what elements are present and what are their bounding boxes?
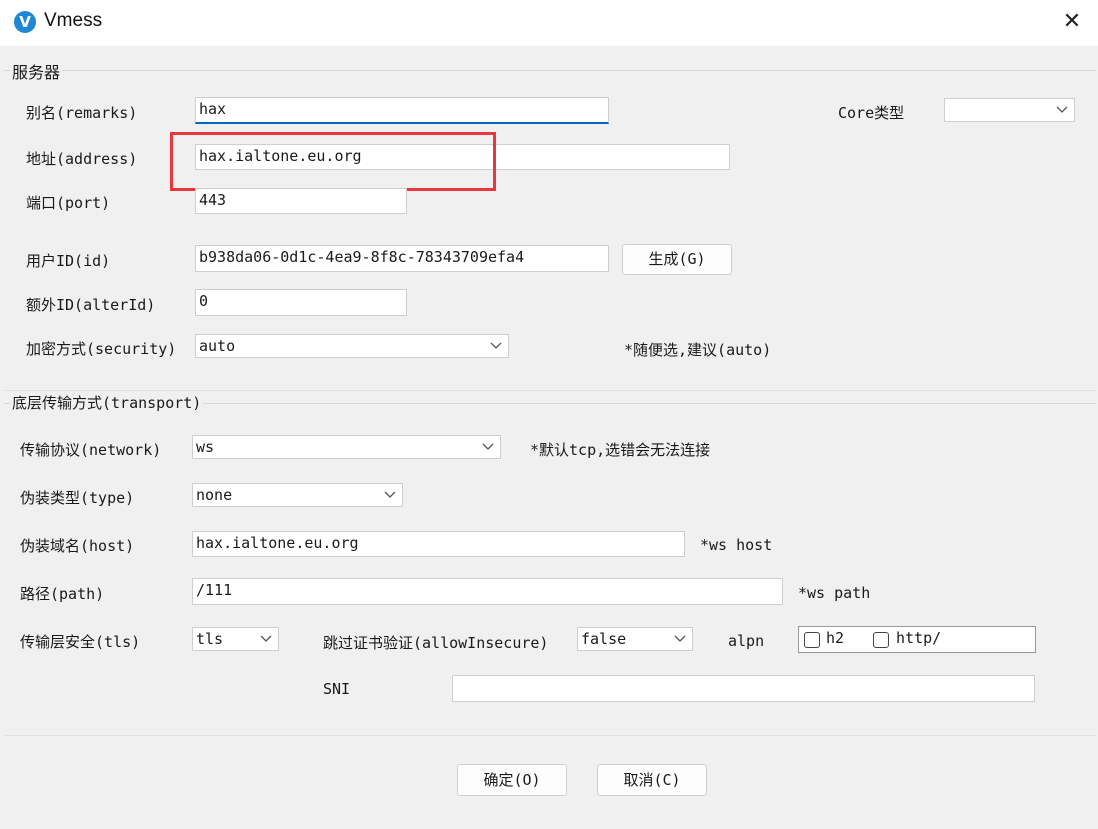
ok-button[interactable]: 确定(O) xyxy=(457,764,567,796)
allow-insecure-value: false xyxy=(581,630,627,648)
type-label: 伪装类型(type) xyxy=(20,489,135,507)
alpn-h2-label: h2 xyxy=(826,629,845,647)
remarks-input[interactable]: hax xyxy=(195,97,609,124)
title-bar xyxy=(0,0,1098,46)
group-separator xyxy=(4,390,1096,391)
user-id-input[interactable]: b938da06-0d1c-4ea9-8f8c-78343709efa4 xyxy=(195,245,609,272)
sni-input[interactable] xyxy=(452,675,1035,702)
address-label: 地址(address) xyxy=(26,150,138,168)
host-input[interactable]: hax.ialtone.eu.org xyxy=(192,531,685,557)
chevron-down-icon xyxy=(674,635,686,642)
network-value: ws xyxy=(196,438,215,456)
sni-label: SNI xyxy=(323,680,351,698)
security-select[interactable]: auto xyxy=(195,334,509,358)
port-label: 端口(port) xyxy=(26,194,111,212)
chevron-down-icon xyxy=(384,491,396,498)
path-label: 路径(path) xyxy=(20,585,105,603)
server-group-title: 服务器 xyxy=(10,59,63,83)
path-hint: *ws path xyxy=(798,584,871,602)
alpn-http-label: http/ xyxy=(896,629,942,647)
generate-button[interactable]: 生成(G) xyxy=(622,244,732,275)
chevron-down-icon xyxy=(260,635,272,642)
chevron-down-icon xyxy=(490,342,502,349)
network-hint: *默认tcp,选错会无法连接 xyxy=(530,441,711,459)
transport-group-title: 底层传输方式(transport) xyxy=(10,392,204,413)
alpn-list: h2 http/ xyxy=(798,626,1036,653)
cancel-button[interactable]: 取消(C) xyxy=(597,764,707,796)
host-hint: *ws host xyxy=(700,536,773,554)
chevron-down-icon xyxy=(1056,106,1068,113)
core-type-select[interactable] xyxy=(944,98,1075,122)
network-label: 传输协议(network) xyxy=(20,441,162,459)
core-type-label: Core类型 xyxy=(838,104,905,122)
user-id-label: 用户ID(id) xyxy=(26,252,111,270)
remarks-label: 别名(remarks) xyxy=(26,104,138,122)
tls-value: tls xyxy=(196,630,224,648)
alpn-http-checkbox[interactable] xyxy=(873,632,889,648)
alter-id-input[interactable]: 0 xyxy=(195,289,407,316)
host-label: 伪装域名(host) xyxy=(20,537,135,555)
alpn-label: alpn xyxy=(728,632,765,650)
address-highlight-box xyxy=(170,132,496,191)
tls-select[interactable]: tls xyxy=(192,627,279,651)
security-hint: *随便选,建议(auto) xyxy=(624,341,772,359)
alpn-h2-checkbox[interactable] xyxy=(804,632,820,648)
security-label: 加密方式(security) xyxy=(26,340,177,358)
type-value: none xyxy=(196,486,233,504)
chevron-down-icon xyxy=(482,443,494,450)
security-value: auto xyxy=(199,337,236,355)
allow-insecure-label: 跳过证书验证(allowInsecure) xyxy=(323,634,549,652)
network-select[interactable]: ws xyxy=(192,435,501,459)
v-logo-icon: V xyxy=(14,11,36,33)
tls-label: 传输层安全(tls) xyxy=(20,633,141,651)
server-group-border xyxy=(4,70,1096,71)
footer-separator xyxy=(4,735,1096,736)
path-input[interactable]: /111 xyxy=(192,578,783,605)
close-icon[interactable]: ✕ xyxy=(1058,6,1086,38)
window-title: Vmess xyxy=(44,10,103,31)
type-select[interactable]: none xyxy=(192,483,403,507)
alter-id-label: 额外ID(alterId) xyxy=(26,296,156,314)
allow-insecure-select[interactable]: false xyxy=(577,627,693,651)
port-input[interactable]: 443 xyxy=(195,188,407,214)
